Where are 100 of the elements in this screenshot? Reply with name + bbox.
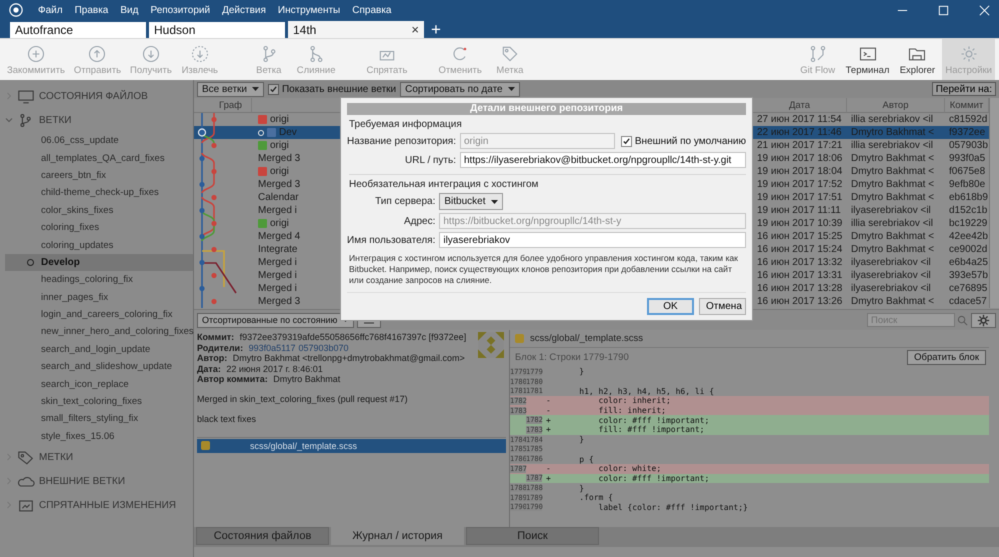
show-remote-checkbox[interactable]: Показать внешние ветки: [268, 84, 396, 94]
cancel-button[interactable]: Отмена: [699, 298, 746, 315]
column-header[interactable]: Автор: [847, 98, 945, 113]
branch-item[interactable]: login_and_careers_coloring_fix: [5, 306, 193, 324]
commit-message: Integrate: [258, 244, 298, 255]
author-cell-text: Dmytro Bakhmat <: [850, 243, 936, 256]
branch-item[interactable]: new_inner_hero_and_coloring_fixes: [5, 323, 193, 341]
branch-item[interactable]: search_icon_replace: [5, 375, 193, 393]
column-header[interactable]: Коммит: [945, 98, 989, 113]
reverse-hunk-button[interactable]: Обратить блок: [907, 350, 986, 365]
parent-commit-link[interactable]: 057903b070: [298, 342, 349, 352]
branch-item[interactable]: child-theme_check-up_fixes: [5, 184, 193, 202]
author-cell-text: ilyaserebriakov <il: [850, 204, 932, 217]
date-cell-text: 19 июн 2017 11:11: [756, 204, 842, 217]
server-type-dropdown[interactable]: Bitbucket: [439, 193, 502, 210]
sidebar-section[interactable]: СПРЯТАННЫЕ ИЗМЕНЕНИЯ: [5, 493, 193, 518]
view-tab[interactable]: Журнал / история: [331, 527, 464, 545]
settings-button[interactable]: [971, 312, 996, 328]
menu-item[interactable]: Справка: [352, 4, 392, 16]
sidebar-section[interactable]: ВЕТКИ: [5, 108, 193, 132]
diff-sign: +: [545, 416, 552, 425]
search-icon: [957, 314, 968, 326]
plus-circle-icon: [26, 44, 46, 64]
toolbar-button[interactable]: Терминал: [842, 39, 892, 80]
menu-item[interactable]: Репозиторий: [150, 4, 210, 16]
branch-item[interactable]: color_skins_fixes: [5, 202, 193, 219]
menu-item[interactable]: Действия: [222, 4, 266, 16]
code-line: .form {: [578, 493, 613, 502]
caret-icon: [490, 200, 498, 204]
view-tab[interactable]: Поиск: [466, 527, 599, 545]
branch-item[interactable]: headings_coloring_fix: [5, 271, 193, 289]
repository-tab[interactable]: Autofrance: [10, 22, 146, 38]
url-field[interactable]: https://ilyaserebriakov@bitbucket.org/npgroupllc/14th-st-y.git: [460, 152, 746, 168]
sidebar-section[interactable]: СОСТОЯНИЯ ФАЙЛОВ: [5, 84, 193, 108]
new-tab-button[interactable]: +: [431, 22, 441, 38]
commit-hash-cell-text: 993f0a5: [948, 152, 986, 165]
branch-item[interactable]: 06.06_css_update: [5, 132, 193, 150]
sidebar-section[interactable]: ВНЕШНИЕ ВЕТКИ: [5, 469, 193, 494]
modified-file-icon: [201, 441, 210, 450]
repository-tab[interactable]: 14th ×: [288, 21, 424, 38]
close-icon[interactable]: [978, 4, 991, 16]
commit-message: Merged 3: [258, 179, 300, 190]
default-remote-checkbox[interactable]: Внешний по умолчанию: [620, 136, 746, 146]
parent-commit-link[interactable]: 993f0a5117: [248, 342, 296, 352]
field-label: Адрес:: [402, 216, 436, 226]
branch-item[interactable]: coloring_updates: [5, 236, 193, 254]
sort-dropdown[interactable]: Сортировать по дате: [400, 82, 520, 96]
sort-dropdown[interactable]: Отсортированные по состоянию: [197, 312, 354, 328]
date-cell-text: 19 июн 2017 18:06: [756, 152, 844, 165]
branch-item[interactable]: careers_btn_fix: [5, 166, 193, 184]
commit-hash-cell-text: bc19229: [948, 217, 988, 230]
hunk-header: Блок 1: Строки 1779-1790: [515, 352, 629, 363]
app-logo-icon[interactable]: [9, 3, 23, 17]
branch-item[interactable]: small_filters_styling_fix: [5, 410, 193, 428]
branch-item[interactable]: search_and_login_update: [5, 340, 193, 358]
repository-tab[interactable]: Hudson: [149, 22, 285, 38]
branch-item[interactable]: inner_pages_fix: [5, 288, 193, 306]
field-label: Автор:: [197, 353, 228, 363]
menu-item[interactable]: Правка: [74, 4, 108, 16]
username-field[interactable]: ilyaserebriakov: [439, 232, 746, 248]
menu-item[interactable]: Инструменты: [278, 4, 340, 16]
file-item[interactable]: scss/global/_template.scss: [197, 438, 506, 452]
column-header[interactable]: Граф: [194, 98, 252, 113]
check-icon: [268, 84, 278, 94]
branch-item[interactable]: Develop: [5, 254, 193, 272]
branch-item[interactable]: skin_text_coloring_fixes: [5, 392, 193, 410]
menu-item[interactable]: Вид: [120, 4, 138, 16]
up-arrow-circle-icon: [87, 44, 108, 64]
branch-item[interactable]: coloring_fixes: [5, 218, 193, 236]
sidebar-section[interactable]: МЕТКИ: [5, 445, 193, 470]
box-icon: [17, 498, 35, 513]
column-header[interactable]: Дата: [753, 98, 847, 113]
author-cell-text: illia serebriakov <il: [850, 139, 934, 152]
commit-message: origi: [270, 140, 289, 151]
go-to-button[interactable]: Перейти на:: [932, 82, 996, 96]
ok-button[interactable]: OK: [647, 298, 694, 315]
view-tab[interactable]: Состояния файлов: [196, 527, 329, 545]
menu-item[interactable]: Файл: [38, 4, 63, 16]
field-label: Коммит:: [197, 332, 234, 342]
check-icon: [622, 136, 631, 146]
dialog-title: Детали внешнего репозитория: [347, 103, 746, 115]
author-cell-text: Dmytro Bakhmat <: [850, 165, 936, 178]
branch-filter-dropdown[interactable]: Все ветки: [197, 82, 264, 96]
branch-item[interactable]: all_templates_QA_card_fixes: [5, 149, 193, 167]
commit-message: origi: [270, 114, 289, 125]
commit-message: Merged 3: [258, 296, 300, 307]
caret-icon: [252, 87, 259, 91]
toolbar-button[interactable]: Explorer: [895, 39, 940, 80]
scrollbar[interactable]: [989, 98, 999, 308]
branch-item[interactable]: style_fixes_15.06: [5, 428, 193, 446]
code-line: fill: inherit;: [598, 406, 666, 416]
maximize-icon[interactable]: [937, 4, 950, 16]
modified-file-icon: [515, 334, 524, 343]
code-line: }: [578, 367, 584, 376]
author-cell-text: Dmytro Bakhmat <: [850, 191, 936, 204]
close-tab-button[interactable]: ×: [411, 22, 419, 37]
date-cell-text: 21 июн 2017 17:21: [756, 139, 844, 152]
branch-item[interactable]: search_and_slideshow_update: [5, 358, 193, 376]
section-heading: Необязательная интеграция с хостингом: [349, 179, 538, 190]
current-branch-icon: [27, 258, 34, 266]
